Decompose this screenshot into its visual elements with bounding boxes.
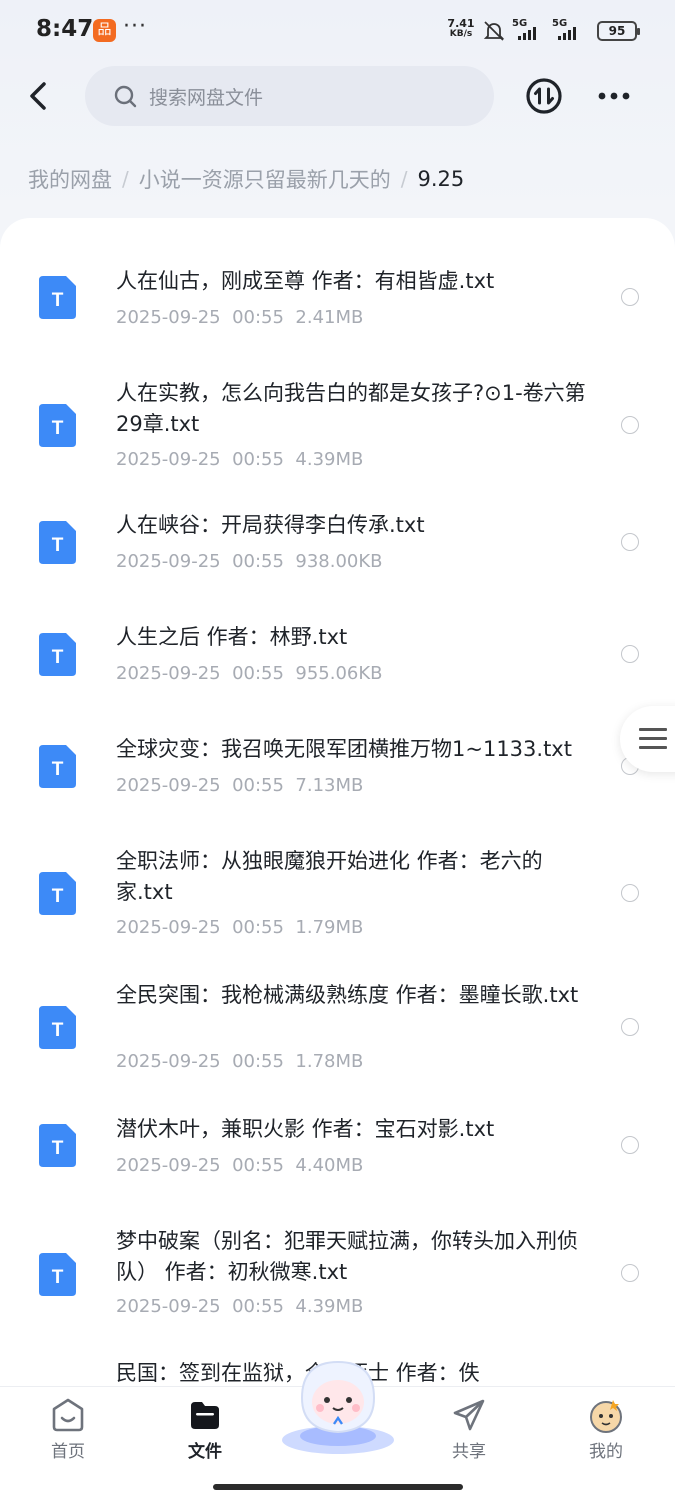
file-row[interactable]: T 潜伏木叶，兼职火影 作者：宝石对影.txt 2025-09-25 00:55… (0, 1112, 675, 1202)
status-more-icon: ··· (123, 14, 147, 39)
file-meta: 2025-09-25 00:55 4.40MB (116, 1155, 364, 1176)
app-notification-icon: 品 (93, 19, 116, 42)
status-time: 8:47 (36, 16, 94, 42)
select-checkbox[interactable] (621, 1264, 639, 1282)
svg-text:T: T (52, 1267, 64, 1288)
transfer-list-icon[interactable] (524, 76, 564, 116)
file-name: 全职法师：从独眼魔狼开始进化 作者：老六的家.txt (116, 849, 543, 904)
status-bar: 8:47 品 ··· 7.41 KB/s 5G 5G 95 (0, 0, 675, 62)
nav-label: 文件 (188, 1442, 222, 1462)
txt-file-icon: T (39, 633, 76, 676)
nav-item-home[interactable]: 首页 (18, 1387, 118, 1467)
nav-label: 首页 (51, 1442, 85, 1462)
select-checkbox[interactable] (621, 416, 639, 434)
battery-icon: 95 (597, 21, 640, 41)
back-button[interactable] (20, 74, 60, 118)
file-row[interactable]: T 全民突围：我枪械满级熟练度 作者：墨瞳长歌.txt 2025-09-25 0… (0, 978, 675, 1088)
select-checkbox[interactable] (621, 645, 639, 663)
nav-label: 我的 (589, 1442, 623, 1462)
nav-label: 共享 (452, 1442, 486, 1462)
svg-text:T: T (52, 418, 64, 439)
txt-file-icon: T (39, 521, 76, 564)
breadcrumb-separator: / (400, 167, 408, 191)
file-row[interactable]: T 人生之后 作者：林野.txt 2025-09-25 00:55 955.06… (0, 620, 675, 710)
svg-text:T: T (52, 886, 64, 907)
folder-icon (191, 1402, 219, 1429)
file-meta: 2025-09-25 00:55 955.06KB (116, 663, 383, 684)
txt-file-icon: T (39, 872, 76, 915)
nav-item-files[interactable]: 文件 (155, 1387, 255, 1467)
signal-icon: 5G (552, 18, 588, 42)
ai-assistant-mascot-icon[interactable] (278, 1350, 398, 1458)
file-name: 全民突围：我枪械满级熟练度 作者：墨瞳长歌.txt (116, 983, 579, 1007)
txt-file-icon: T (39, 404, 76, 447)
file-meta: 2025-09-25 00:55 4.39MB (116, 449, 364, 470)
send-icon (453, 1399, 485, 1431)
svg-text:T: T (52, 290, 64, 311)
file-meta: 2025-09-25 00:55 2.41MB (116, 307, 364, 328)
txt-file-icon: T (39, 276, 76, 319)
txt-file-icon: T (39, 1253, 76, 1296)
home-smile-icon (52, 1398, 84, 1432)
nav-item-profile[interactable]: 我的 (556, 1387, 656, 1467)
svg-text:T: T (52, 759, 64, 780)
file-meta: 2025-09-25 00:55 1.79MB (116, 917, 364, 938)
search-input[interactable]: 搜索网盘文件 (85, 66, 494, 126)
select-checkbox[interactable] (621, 533, 639, 551)
select-checkbox[interactable] (621, 1136, 639, 1154)
file-meta: 2025-09-25 00:55 1.78MB (116, 1051, 364, 1072)
select-checkbox[interactable] (621, 1018, 639, 1036)
file-name: 人在峡谷：开局获得李白传承.txt (116, 513, 425, 537)
svg-text:T: T (52, 535, 64, 556)
file-row[interactable]: T 全球灾变：我召唤无限军团横推万物1~1133.txt 2025-09-25 … (0, 732, 675, 822)
more-options-icon[interactable] (594, 80, 634, 112)
file-row[interactable]: T 人在峡谷：开局获得李白传承.txt 2025-09-25 00:55 938… (0, 508, 675, 598)
file-name: 人在实教，怎么向我告白的都是女孩子?⊙1-卷六第29章.txt (116, 381, 586, 436)
home-indicator[interactable] (213, 1484, 463, 1490)
network-speed: 7.41 KB/s (447, 17, 475, 39)
select-checkbox[interactable] (621, 884, 639, 902)
txt-file-icon: T (39, 1124, 76, 1167)
svg-text:T: T (52, 1020, 64, 1041)
file-list: T 人在仙古，刚成至尊 作者：有相皆虚.txt 2025-09-25 00:55… (0, 218, 675, 1388)
mute-bell-icon (483, 21, 505, 41)
file-meta: 2025-09-25 00:55 7.13MB (116, 775, 364, 796)
file-row[interactable]: T 人在实教，怎么向我告白的都是女孩子?⊙1-卷六第29章.txt 2025-0… (0, 373, 675, 483)
file-row[interactable]: T 全职法师：从独眼魔狼开始进化 作者：老六的家.txt 2025-09-25 … (0, 844, 675, 954)
file-meta: 2025-09-25 00:55 938.00KB (116, 551, 383, 572)
breadcrumb-separator: / (122, 167, 129, 191)
svg-text:T: T (52, 647, 64, 668)
breadcrumb-current: 9.25 (417, 167, 465, 191)
file-name: 潜伏木叶，兼职火影 作者：宝石对影.txt (116, 1117, 495, 1141)
signal-icon: 5G (512, 18, 548, 42)
svg-text:T: T (52, 1138, 64, 1159)
search-placeholder: 搜索网盘文件 (149, 87, 264, 109)
profile-avatar-icon (590, 1400, 622, 1433)
file-name: 全球灾变：我召唤无限军团横推万物1~1133.txt (116, 737, 572, 761)
file-row[interactable]: T 人在仙古，刚成至尊 作者：有相皆虚.txt 2025-09-25 00:55… (0, 258, 675, 348)
file-row[interactable]: T 梦中破案（别名：犯罪天赋拉满，你转头加入刑侦队） 作者：初秋微寒.txt 2… (0, 1224, 675, 1334)
file-meta: 2025-09-25 00:55 4.39MB (116, 1296, 364, 1317)
breadcrumb-item-root[interactable]: 我的网盘 (28, 164, 112, 194)
txt-file-icon: T (39, 1006, 76, 1049)
file-name: 梦中破案（别名：犯罪天赋拉满，你转头加入刑侦队） 作者：初秋微寒.txt (116, 1229, 578, 1284)
nav-item-share[interactable]: 共享 (419, 1387, 519, 1467)
select-checkbox[interactable] (621, 288, 639, 306)
file-name: 人在仙古，刚成至尊 作者：有相皆虚.txt (116, 269, 495, 293)
file-name: 人生之后 作者：林野.txt (116, 625, 348, 649)
breadcrumb: 我的网盘 / 小说一资源只留最新几天的 / 9.25 (28, 164, 464, 194)
txt-file-icon: T (39, 745, 76, 788)
breadcrumb-item-folder[interactable]: 小说一资源只留最新几天的 (139, 164, 391, 194)
search-icon (114, 85, 137, 108)
